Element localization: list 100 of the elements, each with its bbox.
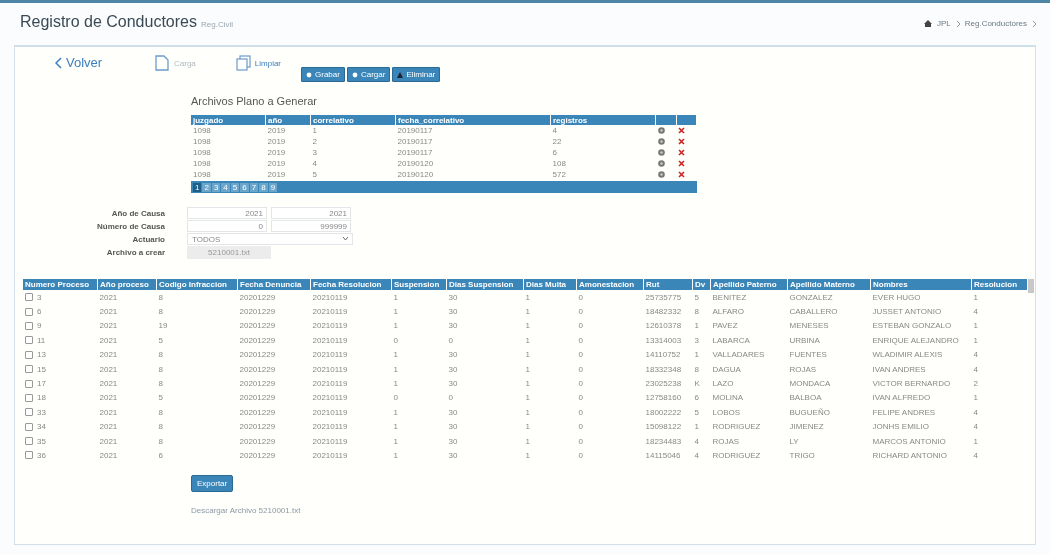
row-checkbox[interactable] <box>25 321 33 330</box>
table-cell-text: IVAN ALFREDO <box>871 392 932 405</box>
table-cell-text: ROJAS <box>788 363 818 376</box>
column-header: Fecha Resolucion <box>310 279 392 290</box>
table-cell-text: 0 <box>577 334 584 347</box>
row-checkbox[interactable] <box>25 365 33 374</box>
table-cell-text: 4 <box>972 421 979 434</box>
table-cell-text: JIMENEZ <box>788 421 825 434</box>
table-cell: GONZALEZ <box>787 290 871 305</box>
table-cell-text: 30 <box>447 349 459 362</box>
table-cell-text: 5 <box>157 392 164 405</box>
page-link[interactable]: 3 <box>211 182 221 192</box>
page-link[interactable]: 2 <box>202 182 211 192</box>
column-header: registros <box>550 115 656 125</box>
table-cell-text: 20201229 <box>238 320 277 333</box>
table-cell-text: 14110752 <box>644 349 682 362</box>
table-cell-text: 4 <box>693 450 700 462</box>
table-cell-text: 18234483 <box>644 435 683 448</box>
delete-icon[interactable] <box>678 149 685 156</box>
table-cell-text: 20210119 <box>311 320 349 333</box>
column-header: Apellido Materno <box>787 279 871 290</box>
table-cell-text: 0 <box>392 392 399 405</box>
table-cell-text: 0 <box>577 435 584 448</box>
dropdown[interactable]: TODOS <box>187 233 353 245</box>
table-cell-text: 1 <box>392 320 399 333</box>
download-link[interactable]: Descargar Archivo 5210001.txt <box>191 506 301 515</box>
table-cell-text: 0 <box>577 363 584 376</box>
table-cell-text: 2019 <box>266 136 287 147</box>
table-cell-text: 0 <box>577 349 584 362</box>
row-checkbox[interactable] <box>25 307 33 316</box>
table-cell-text: FUENTES <box>788 349 828 362</box>
page-link[interactable]: 4 <box>221 182 230 192</box>
table-cell-text: 4 <box>972 450 979 462</box>
to-field[interactable]: 999999 <box>271 220 351 232</box>
breadcrumb-link[interactable]: Reg.Conductores <box>964 19 1027 28</box>
column-header: Nombres <box>870 279 972 290</box>
row-checkbox[interactable] <box>25 422 33 431</box>
from-field[interactable]: 0 <box>187 220 267 232</box>
table-cell: 25735775 <box>643 290 693 305</box>
breadcrumb-link[interactable]: JPL <box>936 19 951 28</box>
delete-icon[interactable] <box>678 138 685 145</box>
table-cell-text: 1098 <box>192 136 212 147</box>
table-cell-text: 8 <box>157 306 164 319</box>
table-cell: 1 <box>310 125 396 136</box>
row-checkbox[interactable] <box>25 336 33 345</box>
row-checkbox[interactable] <box>25 437 33 446</box>
field-label: Número de Causa <box>95 221 165 231</box>
upload-button[interactable]: Cargar <box>346 67 391 82</box>
table-cell-text: VICTOR BERNARDO <box>871 378 952 391</box>
delete-icon[interactable] <box>678 127 685 134</box>
column-header: Numero Proceso <box>23 279 98 290</box>
page-link[interactable]: 1 <box>193 182 202 192</box>
row-checkbox[interactable] <box>25 408 33 417</box>
copy-icon <box>235 55 251 71</box>
row-checkbox[interactable] <box>25 393 33 402</box>
delete-icon[interactable] <box>678 171 685 178</box>
delete-icon[interactable] <box>678 160 685 167</box>
save-button[interactable]: Grabar <box>301 67 345 82</box>
table-cell-text: 8 <box>157 435 164 448</box>
table-cell-text: 1 <box>392 363 399 376</box>
page-link[interactable]: 7 <box>249 182 259 192</box>
table-cell-text: 20201229 <box>238 450 277 462</box>
delete-button[interactable]: Eliminar <box>392 67 441 82</box>
table-cell-text: 1 <box>392 435 399 448</box>
to-field[interactable]: 2021 <box>271 207 351 219</box>
table-cell-text: ENRIQUE ALEJANDRO <box>871 334 960 347</box>
back-link[interactable]: Volver <box>55 55 155 70</box>
table-cell-text: BUGUEÑO <box>788 406 831 419</box>
table-cell: 35 <box>37 436 46 446</box>
from-field[interactable]: 2021 <box>187 207 267 219</box>
field-label: Año de Causa <box>110 208 165 218</box>
table-cell-text: 30 <box>447 306 459 319</box>
table-cell-text: 20190120 <box>396 169 435 180</box>
page-link[interactable]: 5 <box>230 182 240 192</box>
table-cell-text: 4 <box>693 435 700 448</box>
row-checkbox[interactable] <box>25 451 33 460</box>
page-link[interactable]: 9 <box>268 182 278 192</box>
row-checkbox[interactable] <box>25 293 33 302</box>
table-cell-text: 4 <box>972 349 979 362</box>
page-link[interactable]: 8 <box>259 182 268 192</box>
table-cell: 1 <box>523 290 577 305</box>
table-cell-text: LOBOS <box>711 406 742 419</box>
table-cell-text: 20201229 <box>238 435 277 448</box>
table-cell-text: 2 <box>972 378 979 391</box>
table-cell: 1098 <box>191 125 266 136</box>
table-cell-text: 1 <box>524 306 531 319</box>
table-cell-text: RODRIGUEZ <box>711 421 762 434</box>
table-cell-text: 20210119 <box>311 334 349 347</box>
row-checkbox[interactable] <box>25 379 33 388</box>
row-checkbox[interactable] <box>25 350 33 359</box>
table-cell-text: 0 <box>577 378 584 391</box>
clear-link[interactable]: Limpiar <box>235 55 282 71</box>
table-cell: 18 <box>37 393 46 403</box>
field-label: Archivo a crear <box>105 248 165 257</box>
table-cell-text: 0 <box>577 392 584 405</box>
page-link[interactable]: 6 <box>240 182 249 192</box>
table-cell: 36 <box>37 451 46 460</box>
table-cell-text: 12758160 <box>644 392 683 405</box>
export-button[interactable]: Exportar <box>191 475 234 492</box>
table-cell: 5 <box>692 290 711 305</box>
